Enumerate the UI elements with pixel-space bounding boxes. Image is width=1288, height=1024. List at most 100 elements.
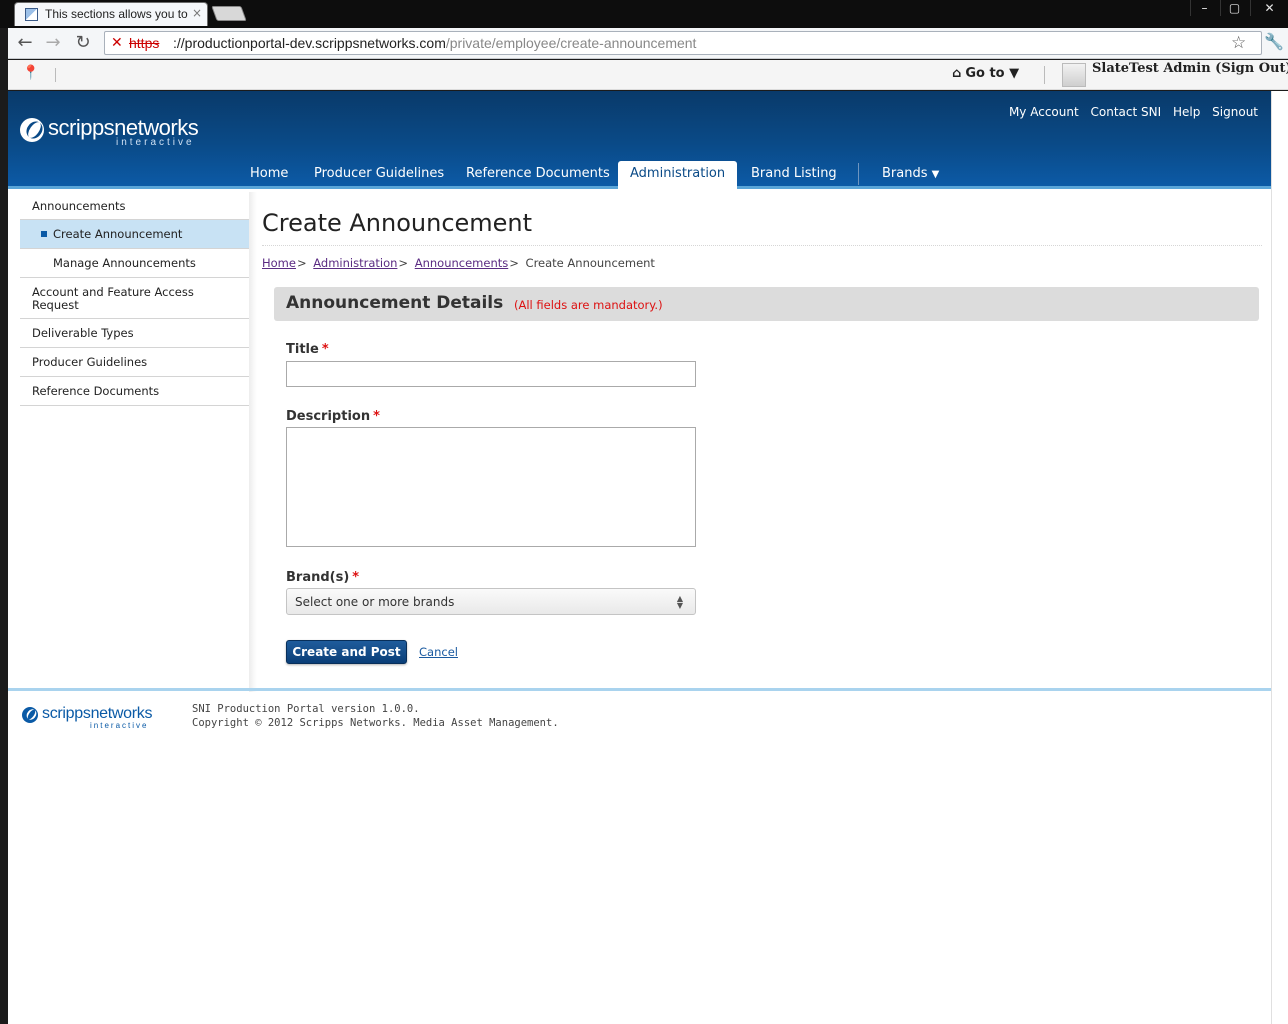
divider xyxy=(55,68,56,82)
breadcrumb-separator: > xyxy=(398,256,409,270)
close-window-button[interactable]: ✕ xyxy=(1250,0,1288,16)
footer-copyright: Copyright © 2012 Scripps Networks. Media… xyxy=(192,717,559,729)
my-account-link[interactable]: My Account xyxy=(1009,105,1079,119)
nav-brand-listing[interactable]: Brand Listing xyxy=(739,161,849,189)
browser-toolbar: ← → ↻ ✕ https ://productionportal-dev.sc… xyxy=(8,28,1288,59)
required-marker: * xyxy=(321,342,329,357)
divider xyxy=(1044,66,1045,84)
nav-home[interactable]: Home xyxy=(238,161,300,189)
web-page: scrippsnetworks interactive My Account C… xyxy=(8,91,1271,1024)
url-host: ://productionportal-dev.scrippsnetworks.… xyxy=(173,35,446,51)
select-arrows-icon: ▲ ▼ xyxy=(676,594,683,610)
window-controls: – ▢ ✕ xyxy=(1190,0,1288,18)
create-and-post-button[interactable]: Create and Post xyxy=(286,640,407,664)
sidebar-item-create-announcement[interactable]: Create Announcement xyxy=(20,220,249,249)
footer-divider xyxy=(8,688,1271,691)
extension-bar: 📍 ⌂ Go to ▼ SlateTest Admin (Sign Out) xyxy=(8,60,1288,90)
back-arrow-icon[interactable]: ← xyxy=(14,33,36,53)
title-label: Title * xyxy=(286,342,329,357)
description-label-text: Description xyxy=(286,409,371,424)
logo-subtext: interactive xyxy=(116,137,195,148)
page-title: Create Announcement xyxy=(262,209,533,237)
mandatory-note: (All fields are mandatory.) xyxy=(514,298,663,312)
address-bar[interactable]: ✕ https ://productionportal-dev.scrippsn… xyxy=(104,31,1262,55)
breadcrumb-separator: > xyxy=(509,256,519,270)
footer-logo-mark-icon xyxy=(22,707,38,723)
browser-tab[interactable]: This sections allows you to × xyxy=(14,2,208,26)
footer-logo[interactable]: scrippsnetworks interactive xyxy=(22,705,172,733)
browser-window: This sections allows you to × – ▢ ✕ ← → … xyxy=(0,0,1288,1024)
wrench-menu-icon[interactable]: 🔧 xyxy=(1264,32,1284,51)
tab-strip: This sections allows you to × – ▢ ✕ xyxy=(0,0,1288,28)
nav-administration[interactable]: Administration xyxy=(618,161,738,189)
title-input[interactable] xyxy=(286,361,696,387)
reload-icon[interactable]: ↻ xyxy=(72,33,94,53)
logo-mark-icon xyxy=(20,118,44,142)
goto-label: Go to xyxy=(965,66,1005,81)
breadcrumb-announcements[interactable]: Announcements xyxy=(415,256,509,270)
sidebar-item-account-access-request[interactable]: Account and Feature Access Request xyxy=(20,278,249,319)
forward-arrow-icon[interactable]: → xyxy=(42,33,64,53)
new-tab-button[interactable] xyxy=(211,6,247,21)
breadcrumb-administration[interactable]: Administration xyxy=(313,256,397,270)
active-bullet-icon xyxy=(41,231,47,237)
sidebar-item-manage-announcements[interactable]: Manage Announcements xyxy=(20,249,249,278)
divider xyxy=(262,245,1262,246)
help-link[interactable]: Help xyxy=(1173,105,1200,119)
description-label: Description * xyxy=(286,409,380,424)
sidebar: Announcements Create Announcement Manage… xyxy=(20,192,249,592)
nav-brands[interactable]: Brands ▼ xyxy=(870,161,951,189)
sidebar-item-deliverable-types[interactable]: Deliverable Types xyxy=(20,319,249,348)
avatar xyxy=(1062,63,1086,87)
url-text: ://productionportal-dev.scrippsnetworks.… xyxy=(173,35,696,51)
required-marker: * xyxy=(373,409,380,424)
url-scheme: https xyxy=(129,35,160,51)
cancel-link[interactable]: Cancel xyxy=(419,645,458,659)
nav-producer-guidelines[interactable]: Producer Guidelines xyxy=(302,161,456,189)
brands-select-placeholder: Select one or more brands xyxy=(295,595,455,609)
favicon-icon xyxy=(25,8,38,21)
ssl-warning-icon: ✕ xyxy=(111,35,123,51)
section-header: Announcement Details (All fields are man… xyxy=(274,287,1259,321)
required-marker: * xyxy=(352,570,360,585)
nav-reference-documents[interactable]: Reference Documents xyxy=(454,161,622,189)
sidebar-shadow xyxy=(249,192,257,692)
brands-label-text: Brand(s) xyxy=(286,570,350,585)
sidebar-item-announcements[interactable]: Announcements xyxy=(20,192,249,220)
breadcrumb-current: Create Announcement xyxy=(525,256,655,270)
nav-divider xyxy=(858,163,859,185)
title-label-text: Title xyxy=(286,342,319,357)
footer-version: SNI Production Portal version 1.0.0. xyxy=(192,703,420,715)
sidebar-item-reference-documents[interactable]: Reference Documents xyxy=(20,377,249,406)
page-scrollbar[interactable] xyxy=(1271,91,1288,1024)
tab-close-icon[interactable]: × xyxy=(192,6,202,20)
breadcrumb: Home> Administration> Announcements> Cre… xyxy=(262,256,655,270)
sidebar-item-label: Create Announcement xyxy=(53,227,183,241)
url-path: /private/employee/create-announcement xyxy=(445,35,697,51)
tab-title: This sections allows you to xyxy=(45,7,188,21)
goto-menu[interactable]: ⌂ Go to ▼ xyxy=(952,66,1019,81)
description-textarea[interactable] xyxy=(286,427,696,547)
breadcrumb-separator: > xyxy=(296,256,307,270)
footer-text: SNI Production Portal version 1.0.0. Cop… xyxy=(192,702,559,730)
footer-logo-subtext: interactive xyxy=(90,721,149,730)
signed-in-user[interactable]: SlateTest Admin (Sign Out) xyxy=(1092,61,1288,76)
dropdown-caret-icon: ▼ xyxy=(931,169,940,180)
nav-brands-label: Brands xyxy=(882,166,928,181)
breadcrumb-home[interactable]: Home xyxy=(262,256,296,270)
home-icon: ⌂ xyxy=(952,66,962,81)
site-logo[interactable]: scrippsnetworks interactive xyxy=(20,115,220,151)
pin-icon[interactable]: 📍 xyxy=(22,65,39,81)
contact-sni-link[interactable]: Contact SNI xyxy=(1091,105,1162,119)
signout-link[interactable]: Signout xyxy=(1212,105,1258,119)
maximize-button[interactable]: ▢ xyxy=(1220,0,1248,16)
bookmark-star-icon[interactable]: ☆ xyxy=(1231,33,1246,53)
section-title: Announcement Details xyxy=(286,293,504,313)
site-header: scrippsnetworks interactive My Account C… xyxy=(8,91,1271,189)
utility-links: My Account Contact SNI Help Signout xyxy=(1001,105,1258,119)
dropdown-caret-icon: ▼ xyxy=(1009,66,1020,81)
brands-select[interactable]: Select one or more brands ▲ ▼ xyxy=(286,588,696,615)
sidebar-item-producer-guidelines[interactable]: Producer Guidelines xyxy=(20,348,249,377)
brands-label: Brand(s) * xyxy=(286,570,359,585)
minimize-button[interactable]: – xyxy=(1190,0,1218,16)
